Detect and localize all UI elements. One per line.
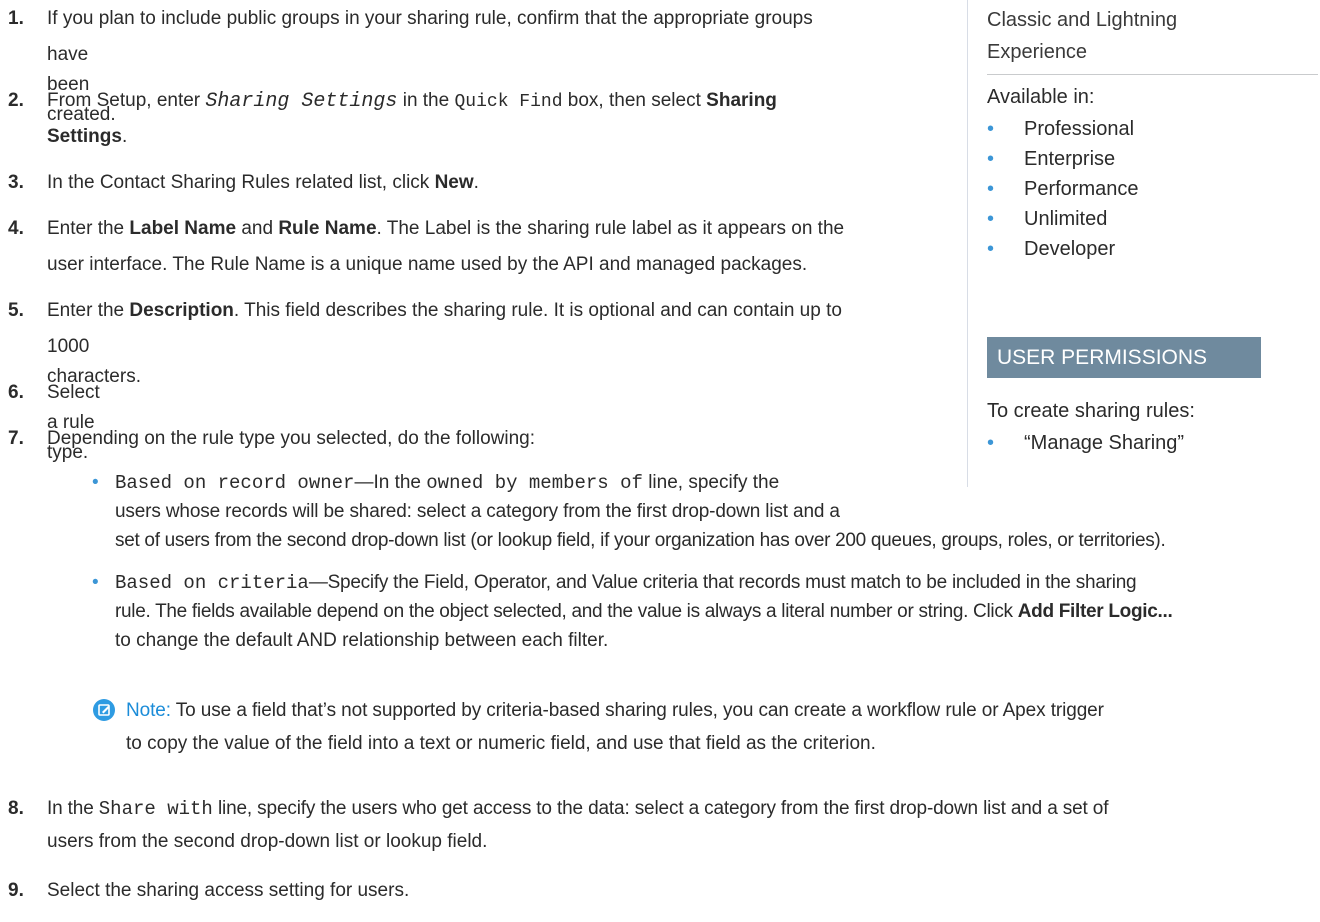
bullet-text: Based on criteria—Specify the Field, Ope… <box>115 568 1137 598</box>
new-button-ref[interactable]: New <box>435 172 474 193</box>
bullet-text-cont: users whose records will be shared: sele… <box>115 501 840 522</box>
bullet-text-cont: rule. The fields available depend on the… <box>115 597 1173 626</box>
text-segment: Enter the <box>47 300 130 321</box>
text-segment: in the <box>397 90 455 111</box>
note-text-cont: to copy the value of the field into a te… <box>126 733 876 754</box>
step-text: In the Share with line, specify the user… <box>47 794 1108 824</box>
text-segment: line, specify the <box>642 472 780 493</box>
link-sharing-settings[interactable]: Sharing <box>706 90 777 111</box>
bullet-dot-icon: • <box>987 208 995 230</box>
code-quick-find: Quick Find <box>454 92 563 112</box>
edition-name: Enterprise <box>1024 148 1116 170</box>
edition-name: Developer <box>1024 238 1116 260</box>
text-segment: To use a field that’s not supported by c… <box>170 700 1104 721</box>
bullet-dot-icon: • <box>987 238 995 260</box>
sidebar-divider <box>987 74 1318 75</box>
available-in-label: Available in: <box>987 86 1095 108</box>
step-text: If you plan to include public groups in … <box>47 8 813 29</box>
step-number: 5. <box>8 300 24 321</box>
edition-sidebar: Classic and Lightning Experience Availab… <box>967 0 1318 487</box>
text-segment: and <box>236 218 279 239</box>
step-number: 3. <box>8 172 24 193</box>
step-number: 2. <box>8 90 24 111</box>
step-text: Select a rule type. <box>47 382 100 463</box>
text-segment: line, specify the users who get access t… <box>212 798 1109 819</box>
code-sharing-settings: Sharing Settings <box>205 90 398 113</box>
step-text: Enter the Label Name and Rule Name. The … <box>47 214 844 244</box>
text-segment: rule. The fields available depend on the… <box>115 601 1018 622</box>
text-segment: . <box>121 126 128 147</box>
step-text: Depending on the rule type you selected,… <box>47 428 535 449</box>
edition-line-2: Experience <box>987 41 1088 63</box>
text-segment: —In the <box>354 472 427 493</box>
text-segment: . The Label is the sharing rule label as… <box>376 218 845 239</box>
text-segment: . <box>473 172 479 193</box>
step-text-cont: Settings. <box>47 122 127 152</box>
step-text-cont: users from the second drop-down list or … <box>47 831 488 852</box>
note-text: Note: To use a field that’s not supporte… <box>126 696 1104 725</box>
bullet-text: Based on record owner—In the owned by me… <box>115 468 779 498</box>
note-label: Note: <box>126 700 171 721</box>
step-number: 8. <box>8 798 24 819</box>
step-text: Enter the Description. This field descri… <box>47 296 842 326</box>
text-segment: box, then select <box>562 90 707 111</box>
bullet-text-cont: set of users from the second drop-down l… <box>115 530 1166 551</box>
note-block: Note: To use a field that’s not supporte… <box>0 696 1320 766</box>
step-text: From Setup, enter Sharing Settings in th… <box>47 86 777 117</box>
field-description: Description <box>129 300 234 321</box>
edition-name: Performance <box>1024 178 1139 200</box>
bullet-dot-icon: • <box>987 178 995 200</box>
field-rule-name: Rule Name <box>278 218 377 239</box>
bullet-dot-icon: • <box>92 572 99 593</box>
link-sharing-settings-cont[interactable]: Settings <box>47 126 122 147</box>
step-number: 9. <box>8 880 24 901</box>
step-text-cont: user interface. The Rule Name is a uniqu… <box>47 254 808 275</box>
edition-availability: Classic and Lightning Experience <box>987 4 1177 68</box>
text-segment: . This field describes the sharing rule.… <box>233 300 842 321</box>
bullet-dot-icon: • <box>987 148 995 170</box>
step-number: 4. <box>8 218 24 239</box>
bullet-criteria: • Based on criteria—Specify the Field, O… <box>0 568 1320 658</box>
bullet-dot-icon: • <box>987 432 995 454</box>
text-segment: In the <box>47 798 99 819</box>
code-share-with: Share with <box>98 798 213 820</box>
step-number: 1. <box>8 8 24 29</box>
step-text: Select the sharing access setting for us… <box>47 880 410 901</box>
text-segment: Enter the <box>47 218 130 239</box>
user-permissions-header: USER PERMISSIONS <box>987 337 1261 378</box>
create-rules-label: To create sharing rules: <box>987 400 1195 422</box>
text-segment: —Specify the Field, Operator, and Value … <box>308 572 1137 593</box>
bullet-dot-icon: • <box>987 118 995 140</box>
add-filter-logic-link[interactable]: Add Filter Logic... <box>1018 601 1173 622</box>
edition-name: Unlimited <box>1024 208 1108 230</box>
text-segment: In the Contact Sharing Rules related lis… <box>47 172 435 193</box>
step-number: 7. <box>8 428 24 449</box>
code-based-on-criteria: Based on criteria <box>115 572 309 594</box>
step-number: 6. <box>8 382 24 403</box>
text-segment: From Setup, enter <box>47 90 206 111</box>
code-based-on-record-owner: Based on record owner <box>115 472 355 494</box>
step-text: In the Contact Sharing Rules related lis… <box>47 168 479 198</box>
field-label-name: Label Name <box>129 218 237 239</box>
bullet-text-cont: to change the default AND relationship b… <box>115 630 609 651</box>
edition-name: Professional <box>1024 118 1135 140</box>
edition-line-1: Classic and Lightning <box>987 9 1178 31</box>
bullet-dot-icon: • <box>92 472 99 493</box>
code-owned-by-members-of: owned by members of <box>426 472 643 494</box>
permission-name: “Manage Sharing” <box>1024 432 1185 454</box>
